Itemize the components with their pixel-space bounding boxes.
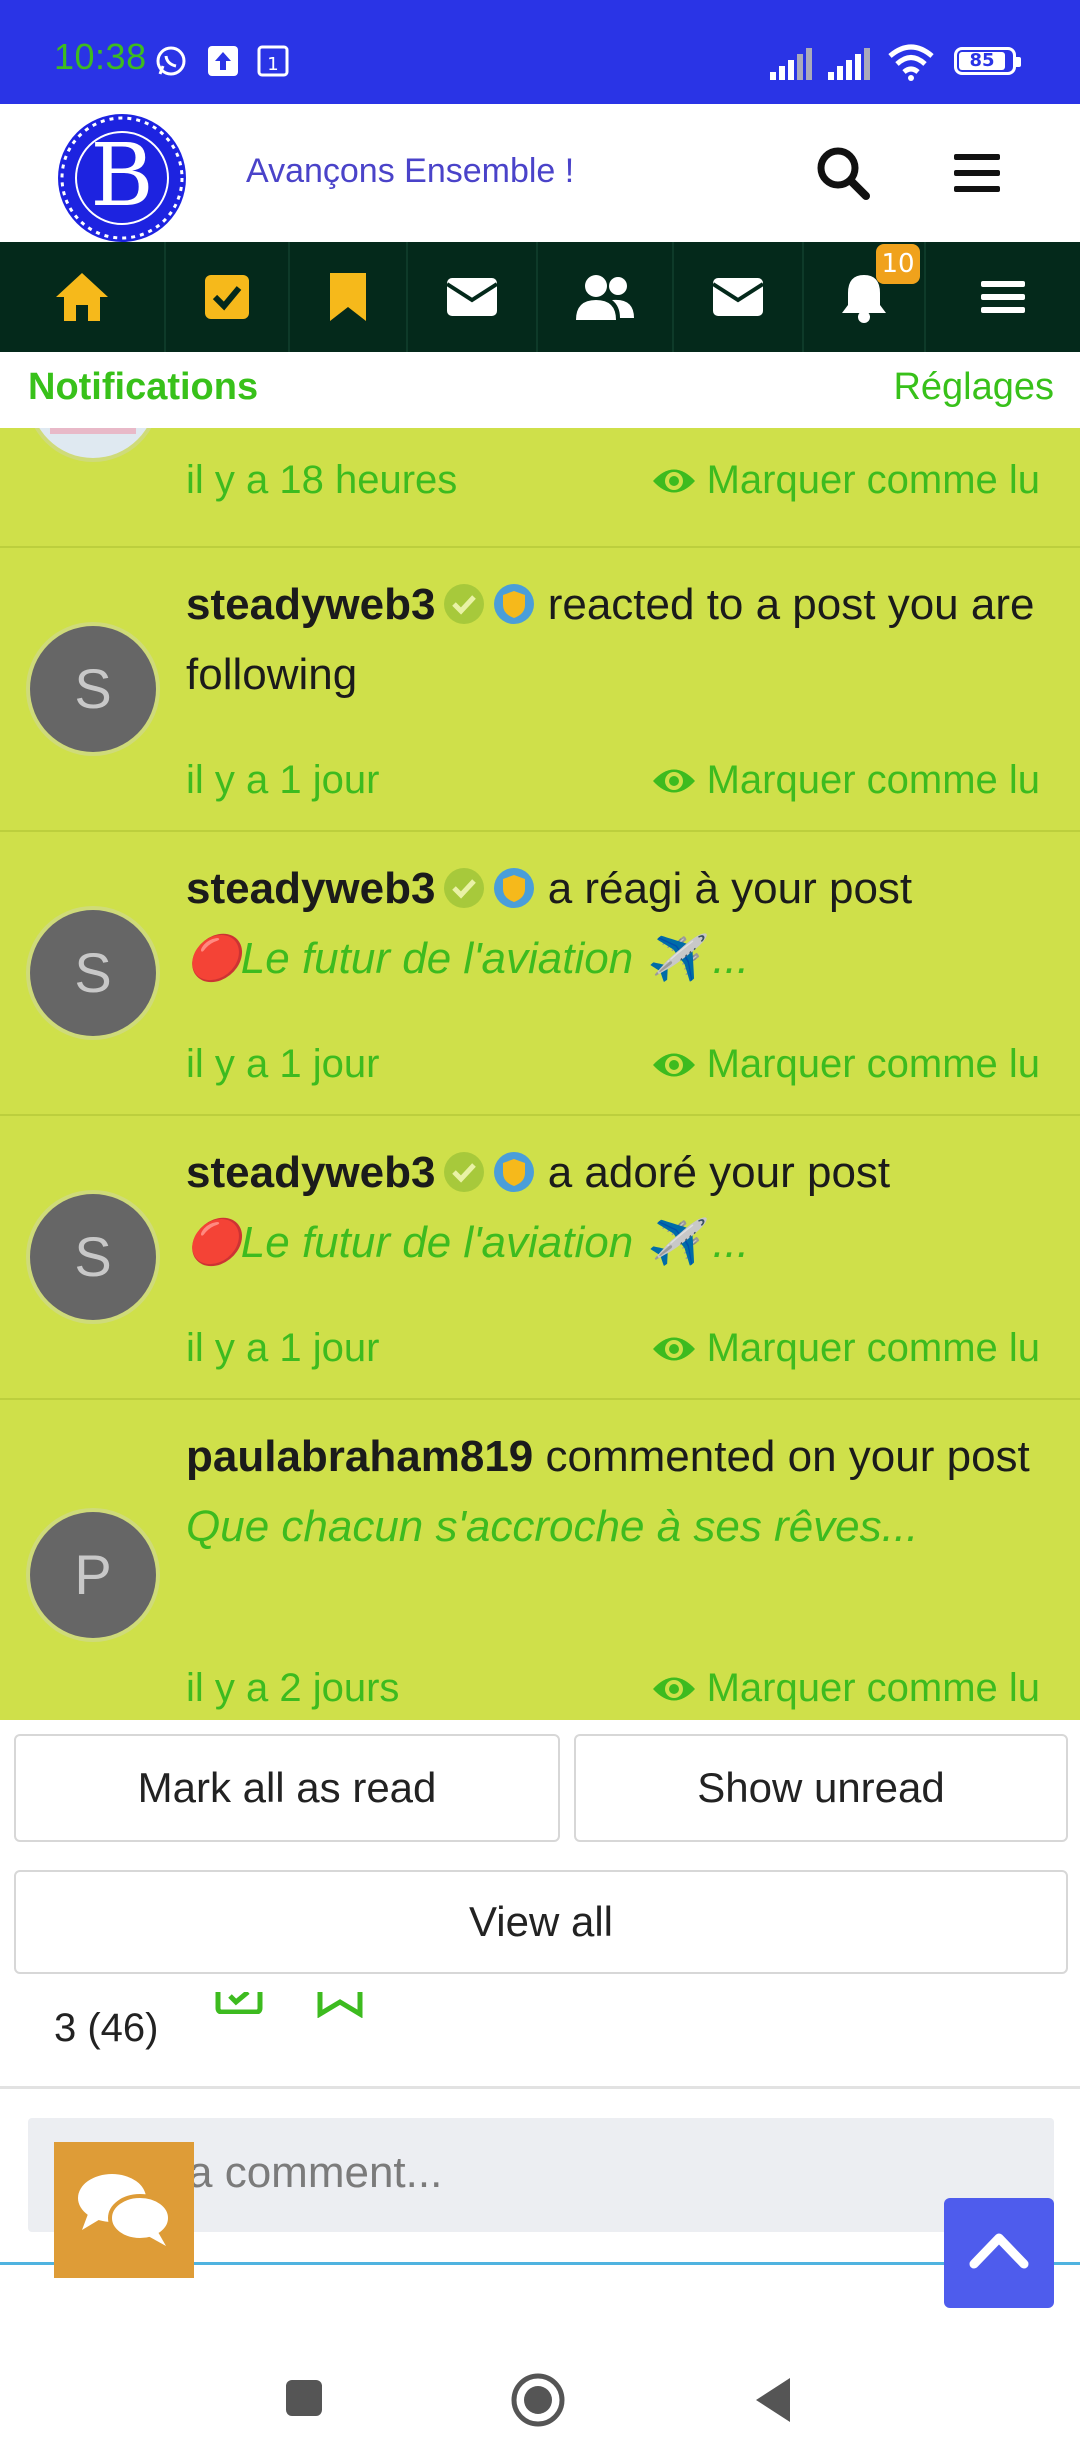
users-icon (576, 275, 634, 320)
avatar: S (30, 626, 156, 752)
notification-item[interactable]: P paulabraham819 commented on your post … (0, 1400, 1080, 1720)
eye-icon (652, 1677, 695, 1700)
notification-time: il y a 1 jour (186, 1326, 380, 1370)
notification-message: steadyweb3 reacted to a post you are fol… (186, 580, 1035, 699)
home-icon (56, 273, 108, 321)
shield-icon (494, 1152, 535, 1192)
eye-icon (652, 469, 695, 492)
whatsapp-icon (156, 46, 186, 76)
checkbox-icon (205, 275, 249, 319)
verified-icon (444, 868, 485, 908)
nav-tasks[interactable] (166, 242, 290, 352)
battery-indicator: 85 (954, 47, 1021, 75)
notifications-settings-link[interactable]: Réglages (893, 366, 1054, 409)
chat-icon (78, 2174, 172, 2246)
avatar: P (30, 1512, 156, 1638)
mark-read-link[interactable]: Marquer comme lu (651, 758, 1040, 803)
notification-message: steadyweb3 a réagi à your post 🔴Le futur… (186, 864, 913, 983)
nav-home[interactable] (0, 242, 166, 352)
mark-read-link[interactable]: Marquer comme lu (651, 1326, 1040, 1371)
mail-icon (711, 278, 765, 316)
checkbox-icon[interactable] (214, 1992, 264, 2014)
upload-icon (208, 46, 238, 76)
bookmark-icon (330, 273, 366, 321)
post-preview[interactable]: Que chacun s'accroche à ses rêves... (186, 1502, 918, 1551)
site-header: B Avançons Ensemble ! (0, 104, 1080, 242)
notification-time: il y a 1 jour (186, 758, 380, 802)
avatar: S (30, 910, 156, 1036)
menu-icon[interactable] (942, 138, 1012, 208)
notification-time: il y a 1 jour (186, 1042, 380, 1086)
wifi-icon (888, 44, 934, 81)
eye-icon (652, 1337, 695, 1360)
post-preview[interactable]: 🔴Le futur de l'aviation ✈️ ... (186, 934, 749, 983)
chat-button[interactable] (54, 2142, 194, 2278)
notification-message: paulabraham819 commented on your post Qu… (186, 1432, 1030, 1551)
shield-icon (494, 868, 535, 908)
system-navigation (0, 2332, 1080, 2460)
bookmark-icon[interactable] (316, 1992, 364, 2018)
view-all-button[interactable]: View all (14, 1870, 1068, 1974)
mark-all-read-button[interactable]: Mark all as read (14, 1734, 560, 1842)
nav-inbox[interactable] (674, 242, 804, 352)
shield-icon (494, 584, 535, 624)
verified-icon (444, 1152, 485, 1192)
nav-friends[interactable] (538, 242, 674, 352)
calendar-icon: 1 (257, 45, 289, 77)
notification-item[interactable]: S steadyweb3 a adoré your post 🔴Le futur… (0, 1116, 1080, 1400)
eye-icon (652, 1053, 695, 1076)
notification-count-badge: 10 (876, 244, 920, 284)
signal-icon (828, 48, 870, 80)
status-bar: 10:38 1 85 (0, 0, 1080, 104)
notifications-actions: Mark all as read Show unread View all (0, 1720, 1080, 1992)
notification-item[interactable]: S steadyweb3 a réagi à your post 🔴Le fut… (0, 832, 1080, 1116)
search-icon[interactable] (808, 138, 878, 208)
svg-text:1: 1 (267, 54, 278, 75)
signal-icon (770, 48, 812, 80)
mark-read-link[interactable]: Marquer comme lu (651, 458, 1040, 503)
avatar: S (30, 1194, 156, 1320)
avatar (30, 428, 156, 458)
nav-messages[interactable] (408, 242, 538, 352)
recent-apps-icon[interactable] (284, 2378, 324, 2418)
notification-user[interactable]: steadyweb3 (186, 580, 435, 629)
home-button-icon[interactable] (510, 2372, 566, 2428)
reaction-count: 3 (46) (54, 2006, 159, 2050)
site-logo[interactable]: B (58, 114, 186, 242)
notification-time: il y a 18 heures (186, 458, 458, 502)
chevron-up-icon (969, 2233, 1029, 2269)
notification-message: steadyweb3 a adoré your post 🔴Le futur d… (186, 1148, 891, 1267)
nav-menu[interactable] (926, 242, 1080, 352)
notification-item[interactable]: il y a 18 heures Marquer comme lu (0, 428, 1080, 548)
notifications-list[interactable]: il y a 18 heures Marquer comme lu S stea… (0, 428, 1080, 1720)
mark-read-link[interactable]: Marquer comme lu (651, 1666, 1040, 1711)
scroll-top-button[interactable] (944, 2198, 1054, 2308)
notification-user[interactable]: paulabraham819 (186, 1432, 533, 1481)
notification-item[interactable]: S steadyweb3 reacted to a post you are f… (0, 548, 1080, 832)
notification-user[interactable]: steadyweb3 (186, 1148, 435, 1197)
notifications-header: Notifications Réglages (0, 352, 1080, 428)
status-time: 10:38 (54, 36, 147, 77)
site-tagline: Avançons Ensemble ! (246, 152, 575, 190)
back-icon[interactable] (752, 2376, 792, 2424)
nav-bookmarks[interactable] (290, 242, 408, 352)
notification-time: il y a 2 jours (186, 1666, 400, 1710)
mark-read-link[interactable]: Marquer comme lu (651, 1042, 1040, 1087)
notification-user[interactable]: steadyweb3 (186, 864, 435, 913)
post-preview[interactable]: 🔴Le futur de l'aviation ✈️ ... (186, 1218, 749, 1267)
notifications-title: Notifications (28, 366, 259, 408)
show-unread-button[interactable]: Show unread (574, 1734, 1068, 1842)
menu-icon (981, 281, 1025, 313)
verified-icon (444, 584, 485, 624)
eye-icon (652, 769, 695, 792)
mail-icon (445, 278, 499, 316)
